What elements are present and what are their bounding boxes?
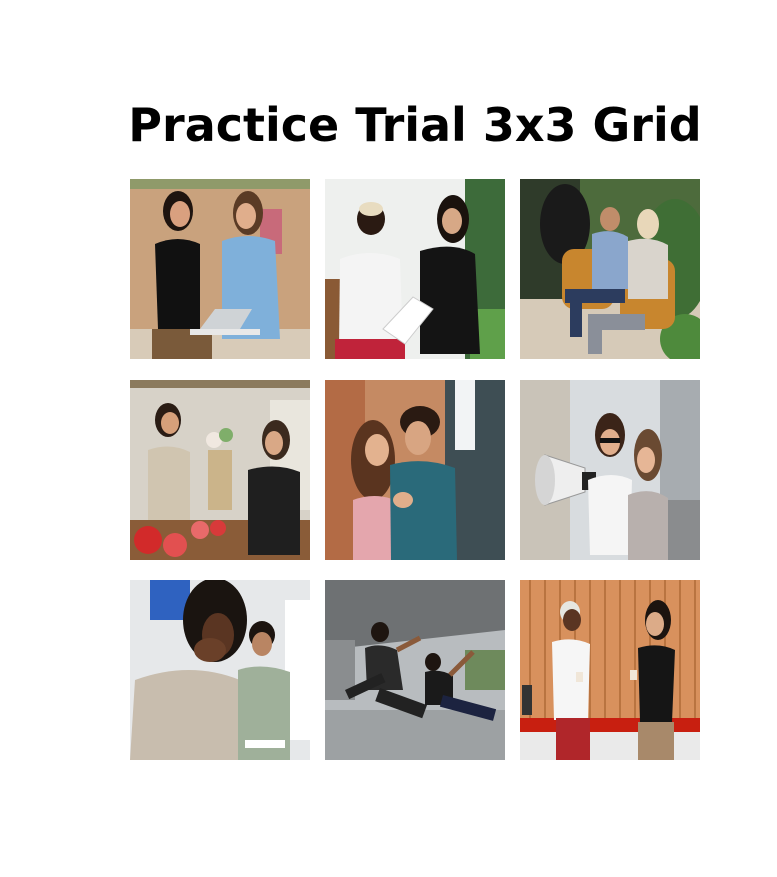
page-title: Practice Trial 3x3 Grid xyxy=(128,98,702,152)
image-tile-1[interactable] xyxy=(130,179,310,359)
image-two-women-laptop-meeting xyxy=(130,179,310,359)
image-florist-customer-shop xyxy=(130,379,310,560)
image-man-woman-armchairs-plants xyxy=(520,179,700,359)
image-tile-3[interactable] xyxy=(520,179,700,359)
image-tile-7[interactable] xyxy=(130,580,310,760)
image-two-women-talking-paper xyxy=(325,179,505,359)
image-tile-4[interactable] xyxy=(130,379,310,560)
image-grid xyxy=(130,179,700,760)
image-two-women-coffee-wood-wall xyxy=(520,580,700,760)
image-couple-embracing-street xyxy=(325,379,505,560)
image-tile-8[interactable] xyxy=(325,580,505,760)
image-distressed-man-counselor xyxy=(130,580,310,760)
image-two-men-breakdancing xyxy=(325,580,505,760)
image-tile-5[interactable] xyxy=(325,379,505,560)
image-tile-9[interactable] xyxy=(520,580,700,760)
image-tile-6[interactable] xyxy=(520,379,700,560)
image-tile-2[interactable] xyxy=(325,179,505,359)
image-women-megaphone-street xyxy=(520,379,700,560)
